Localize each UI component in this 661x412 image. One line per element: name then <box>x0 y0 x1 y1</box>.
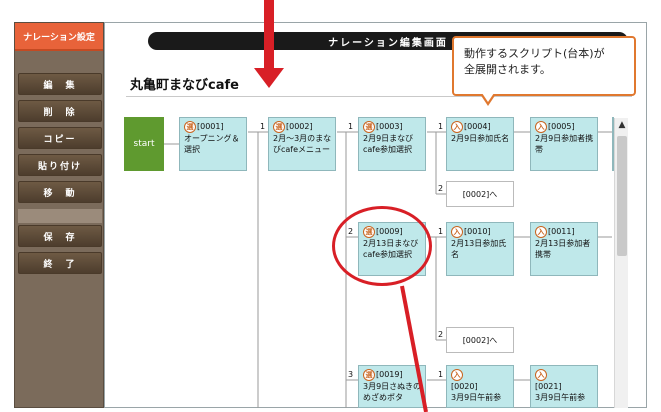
highlight-pointer-line <box>400 285 428 412</box>
